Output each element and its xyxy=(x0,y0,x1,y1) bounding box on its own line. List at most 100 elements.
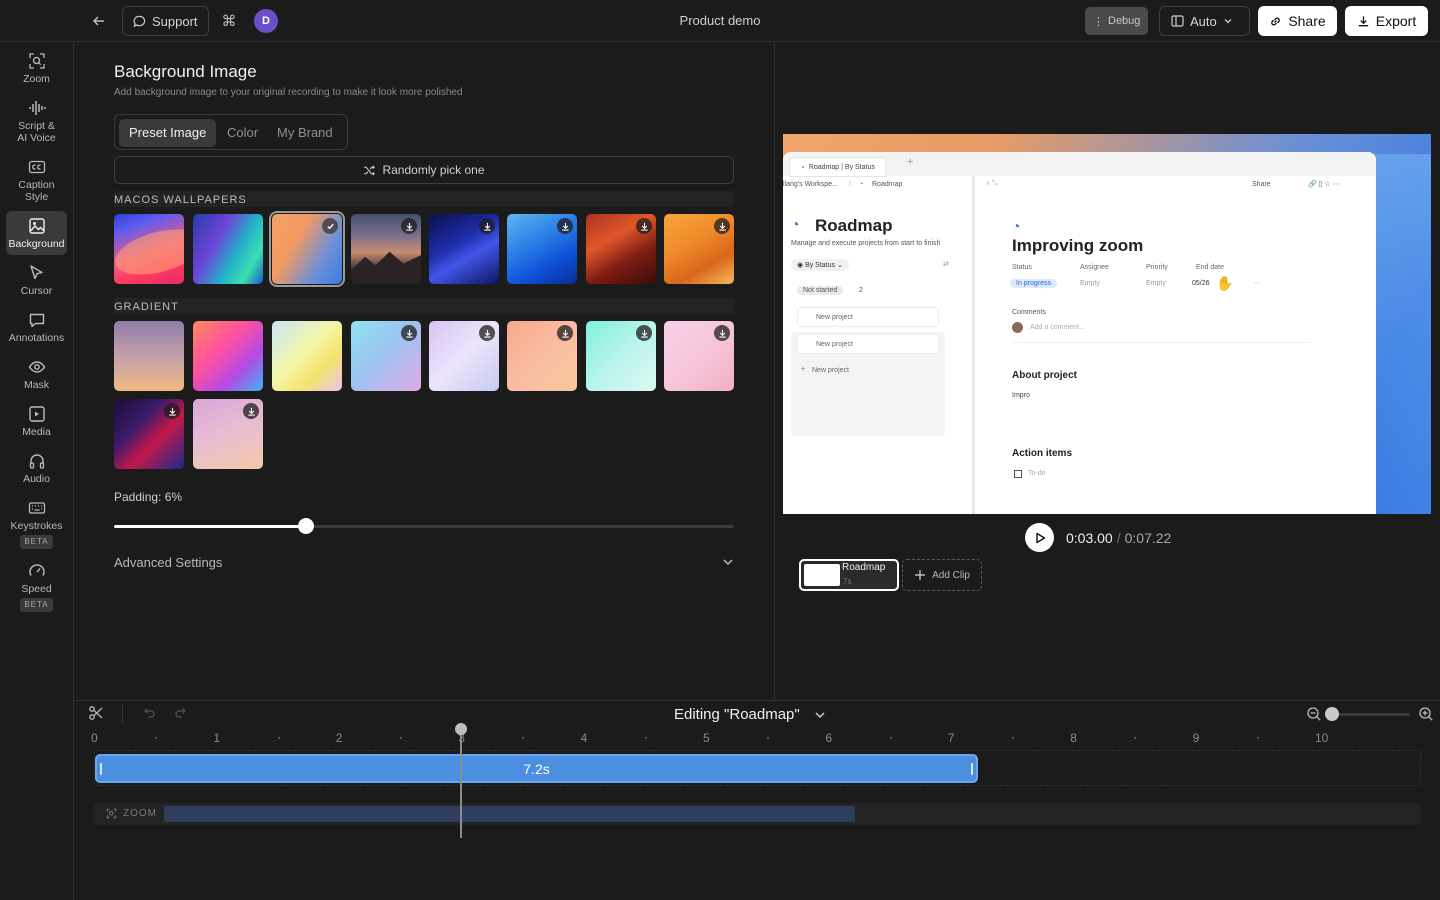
panel-subtitle: Add background image to your original re… xyxy=(114,87,463,98)
download-icon[interactable] xyxy=(164,403,180,419)
preview-crumb-workspace: llang's Workspe... xyxy=(783,181,838,188)
clip-card-roadmap[interactable]: Roadmap 7s xyxy=(799,559,899,591)
rail-item-script-voice[interactable]: Script & AI Voice xyxy=(6,93,67,149)
gradient-section-label: GRADIENT xyxy=(114,301,179,313)
gradient-thumb-8[interactable] xyxy=(664,321,734,391)
preview-status-badge: In progress xyxy=(1010,279,1058,288)
preview-toolbar-icons: 🔗 ▯ ☆ ⋯ xyxy=(1308,181,1340,188)
zoom-segment[interactable] xyxy=(164,806,855,822)
split-button[interactable] xyxy=(88,705,106,723)
auto-label: Auto xyxy=(1190,13,1217,29)
timeline-zoom-handle[interactable] xyxy=(1325,706,1339,721)
export-button[interactable]: Export xyxy=(1345,6,1428,36)
share-button[interactable]: Share xyxy=(1258,6,1337,36)
app-root: Support ⌘ D Product demo ⋮ Debug Auto Sh… xyxy=(0,0,1440,900)
rail-item-zoom[interactable]: Zoom xyxy=(6,46,67,90)
wallpaper-thumb-1[interactable] xyxy=(114,214,184,284)
ruler-minor-tick xyxy=(277,737,280,739)
gradient-thumb-7[interactable] xyxy=(586,321,656,391)
gradient-thumb-2[interactable] xyxy=(193,321,263,391)
wallpaper-thumb-7[interactable] xyxy=(586,214,656,284)
advanced-settings-toggle[interactable]: Advanced Settings xyxy=(114,552,734,572)
rail-item-audio[interactable]: Audio xyxy=(6,446,67,490)
debug-button[interactable]: ⋮ Debug xyxy=(1085,7,1149,35)
download-icon[interactable] xyxy=(401,325,417,341)
preview-prop-priority: Priority xyxy=(1146,264,1168,271)
zoom-in-icon[interactable] xyxy=(1418,706,1434,722)
download-icon[interactable] xyxy=(557,218,573,234)
wallpaper-thumb-4[interactable] xyxy=(351,214,421,284)
wallpaper-thumb-5[interactable] xyxy=(429,214,499,284)
chevron-down-icon xyxy=(1224,19,1232,24)
playhead[interactable] xyxy=(460,723,462,838)
video-preview[interactable]: ◔ Roadmap | By Status + llang's Workspe.… xyxy=(783,134,1431,514)
download-icon[interactable] xyxy=(714,325,730,341)
rail-item-speed[interactable]: Speed BETA xyxy=(6,556,67,616)
current-time: 0:03.00 xyxy=(1066,529,1113,546)
ruler-minor-tick xyxy=(155,737,158,739)
command-icon[interactable]: ⌘ xyxy=(217,9,241,33)
zoom-out-icon[interactable] xyxy=(1306,706,1322,722)
avatar[interactable]: D xyxy=(254,9,278,33)
wallpaper-thumb-8[interactable] xyxy=(664,214,734,284)
gradient-thumb-9[interactable] xyxy=(114,399,184,469)
rail-label-cursor: Cursor xyxy=(20,285,53,297)
image-icon xyxy=(28,218,45,234)
download-icon[interactable] xyxy=(479,325,495,341)
rail-label-zoom: Zoom xyxy=(23,73,50,85)
timeline-clip-roadmap[interactable]: 7.2s xyxy=(95,754,978,783)
beta-badge-keystrokes: BETA xyxy=(20,535,53,549)
tab-my-brand[interactable]: My Brand xyxy=(277,119,333,147)
wallpaper-thumb-6[interactable] xyxy=(507,214,577,284)
undo-button[interactable] xyxy=(142,706,156,725)
ruler-minor-tick xyxy=(1012,737,1014,739)
preview-page-title: Improving zoom xyxy=(1012,236,1144,255)
timeline-zoom-slider[interactable] xyxy=(1325,706,1410,721)
notion-logo-icon: ◔ xyxy=(800,162,805,172)
gradient-thumb-10[interactable] xyxy=(193,399,263,469)
clip-trim-handle-left[interactable] xyxy=(100,763,102,775)
rail-item-mask[interactable]: Mask xyxy=(6,352,67,396)
playback-controls: 0:03.00/0:07.22 xyxy=(1025,523,1171,552)
playhead-handle[interactable] xyxy=(455,723,467,735)
timeline: Editing "Roadmap" 012345678910 7.2s ZOOM xyxy=(74,700,1440,900)
layout-select[interactable]: Auto xyxy=(1159,6,1250,36)
tab-color[interactable]: Color xyxy=(227,119,258,147)
download-icon[interactable] xyxy=(557,325,573,341)
rail-item-keystrokes[interactable]: Keystrokes BETA xyxy=(6,493,67,553)
more-icon: ⋯ xyxy=(1254,280,1261,287)
ruler-minor-tick xyxy=(889,737,892,739)
gradient-thumb-3[interactable] xyxy=(272,321,342,391)
play-button[interactable] xyxy=(1025,523,1054,552)
editing-clip-select[interactable]: Editing "Roadmap" xyxy=(674,706,826,723)
rail-item-media[interactable]: Media xyxy=(6,399,67,443)
back-button[interactable] xyxy=(86,8,112,34)
download-icon[interactable] xyxy=(714,218,730,234)
gradient-thumb-4[interactable] xyxy=(351,321,421,391)
redo-button[interactable] xyxy=(174,706,188,725)
gradient-thumb-5[interactable] xyxy=(429,321,499,391)
wallpaper-thumb-3-selected[interactable] xyxy=(269,211,345,287)
support-button[interactable]: Support xyxy=(122,6,209,36)
preview-card-2: New project xyxy=(797,334,939,354)
download-icon[interactable] xyxy=(636,218,652,234)
padding-slider-handle[interactable] xyxy=(298,518,315,534)
tab-preset-image[interactable]: Preset Image xyxy=(119,119,217,147)
rail-item-background[interactable]: Background xyxy=(6,211,67,255)
add-clip-button[interactable]: Add Clip xyxy=(902,559,982,591)
gradient-thumb-1[interactable] xyxy=(114,321,184,391)
beta-badge-speed: BETA xyxy=(20,598,53,612)
rail-item-caption-style[interactable]: Caption Style xyxy=(6,152,67,208)
clip-trim-handle-right[interactable] xyxy=(971,763,973,775)
padding-slider[interactable] xyxy=(114,518,734,534)
comment-icon xyxy=(29,313,44,328)
download-icon[interactable] xyxy=(636,325,652,341)
rail-item-cursor[interactable]: Cursor xyxy=(6,258,67,302)
download-icon[interactable] xyxy=(479,218,495,234)
gradient-thumb-6[interactable] xyxy=(507,321,577,391)
randomly-pick-button[interactable]: Randomly pick one xyxy=(114,156,734,184)
rail-item-annotations[interactable]: Annotations xyxy=(6,305,67,349)
download-icon[interactable] xyxy=(401,218,417,234)
wallpaper-thumb-2[interactable] xyxy=(193,214,263,284)
download-icon[interactable] xyxy=(243,403,259,419)
